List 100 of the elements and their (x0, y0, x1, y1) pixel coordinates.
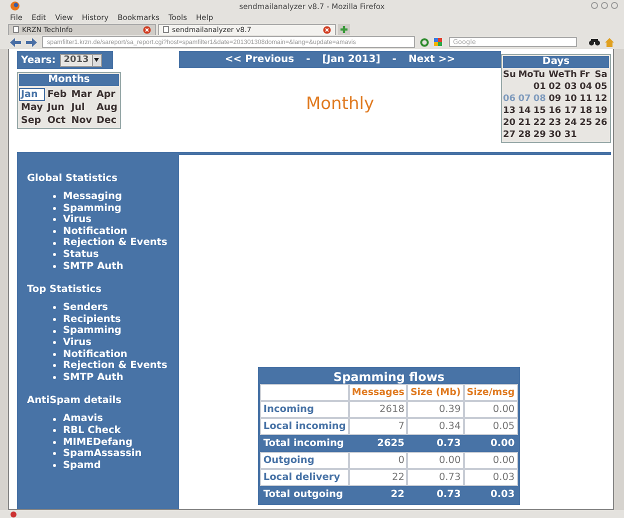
day-link[interactable]: 22 (533, 118, 549, 128)
day-link[interactable]: 26 (594, 118, 610, 128)
month-link[interactable]: Oct (46, 115, 68, 126)
close-tab-icon[interactable] (143, 26, 151, 34)
new-tab-icon[interactable] (338, 24, 350, 34)
table-cell: 0.00 (407, 452, 464, 469)
sidebar-link[interactable]: Recipients (63, 314, 121, 326)
month-link[interactable]: Jul (70, 102, 94, 113)
sidebar-link[interactable]: Notification (63, 348, 128, 360)
previous-link[interactable]: << Previous (224, 54, 294, 65)
column-header: Messages (348, 384, 408, 401)
table-cell: 0.03 (464, 469, 518, 486)
weekday-label: Sa (594, 70, 608, 80)
month-link[interactable]: Aug (96, 102, 119, 113)
day-link[interactable]: 01 (533, 82, 549, 92)
sidebar-link[interactable]: Rejection & Events (63, 360, 168, 372)
day-link[interactable]: 05 (594, 82, 610, 92)
month-link[interactable]: Sep (20, 115, 44, 126)
year-dropdown[interactable]: 2013 (60, 54, 102, 66)
section-heading: Global Statistics (27, 173, 118, 184)
day-link[interactable]: 11 (580, 94, 595, 104)
row-label: Incoming (260, 401, 349, 418)
day-link[interactable]: 19 (594, 106, 610, 116)
home-icon[interactable] (605, 38, 614, 46)
day-link[interactable]: 30 (548, 130, 564, 140)
sidebar-link[interactable]: MIMEDefang (63, 436, 132, 448)
table-cell: 0.05 (464, 418, 518, 435)
table-cell: 0.39 (407, 401, 464, 418)
day-link[interactable]: 03 (564, 82, 580, 92)
table-cell: 7 (348, 418, 408, 435)
month-link[interactable]: Feb (46, 89, 68, 100)
minimize-icon[interactable] (591, 2, 598, 9)
close-icon[interactable] (611, 2, 618, 9)
day-link[interactable]: 28 (518, 130, 534, 140)
maximize-icon[interactable] (601, 2, 608, 9)
day-link[interactable]: 21 (518, 118, 534, 128)
reload-icon[interactable] (420, 38, 429, 46)
table-cell: 0.34 (407, 418, 464, 435)
day-link[interactable]: 24 (564, 118, 580, 128)
weekday-label: Su (503, 70, 517, 80)
sidebar-link[interactable]: Senders (63, 302, 108, 314)
day-link[interactable]: 31 (564, 130, 580, 140)
sidebar-link[interactable]: Messaging (63, 191, 122, 203)
table-cell: 2618 (348, 401, 408, 418)
close-tab-icon[interactable] (323, 26, 331, 34)
sidebar-link[interactable]: Notification (63, 226, 128, 238)
day-link[interactable]: 10 (564, 94, 580, 104)
sidebar-link[interactable]: RBL Check (63, 424, 121, 436)
weekday-label: Fr (580, 70, 591, 80)
month-link[interactable]: Jan (20, 89, 44, 100)
separator: - (306, 54, 310, 65)
column-header: Size (Mb) (407, 384, 464, 401)
section-heading: Top Statistics (27, 284, 102, 296)
day-link[interactable]: 25 (580, 118, 595, 128)
month-link[interactable]: Apr (96, 89, 119, 100)
weekday-label: We (548, 70, 564, 80)
next-link[interactable]: Next >> (408, 54, 456, 65)
sidebar-link[interactable]: Amavis (63, 413, 103, 425)
sidebar-link[interactable]: SpamAssassin (63, 448, 142, 460)
month-link[interactable]: Mar (70, 89, 94, 100)
sidebar-link[interactable]: Spamd (63, 460, 101, 472)
table-cell: 0.00 (464, 401, 518, 418)
sidebar-link[interactable]: SMTP Auth (63, 260, 124, 272)
table-cell: 0.00 (464, 452, 518, 469)
status-icon[interactable] (10, 510, 17, 518)
day-link[interactable]: 13 (503, 106, 518, 116)
back-arrow-icon[interactable] (10, 38, 21, 46)
sidebar-link[interactable]: Spamming (63, 202, 122, 214)
day-link[interactable]: 16 (548, 106, 564, 116)
day-link[interactable]: 20 (503, 118, 518, 128)
day-link[interactable]: 17 (564, 106, 580, 116)
sidebar-link[interactable]: SMTP Auth (63, 372, 124, 384)
day-link[interactable]: 04 (580, 82, 595, 92)
forward-arrow-icon[interactable] (26, 38, 37, 46)
month-link[interactable]: May (20, 102, 44, 113)
day-link[interactable]: 12 (594, 94, 610, 104)
month-link[interactable]: Dec (96, 115, 119, 126)
sidebar-link[interactable]: Status (63, 248, 99, 261)
day-link[interactable]: 27 (503, 130, 518, 140)
binoculars-icon[interactable] (589, 38, 600, 46)
sidebar-link[interactable]: Rejection & Events (63, 237, 168, 249)
row-label: Outgoing (260, 452, 349, 469)
day-link[interactable]: 02 (548, 82, 564, 92)
row-label: Local incoming (260, 418, 349, 435)
month-link[interactable]: Nov (70, 115, 94, 126)
month-link[interactable]: Jun (46, 102, 68, 113)
day-link[interactable]: 14 (518, 106, 534, 116)
day-link[interactable]: 15 (533, 106, 549, 116)
day-link[interactable]: 23 (548, 118, 564, 128)
years-label: Years: (21, 54, 56, 66)
day-link[interactable]: 09 (548, 94, 564, 104)
column-header: Size/msg (464, 384, 518, 401)
day-link[interactable]: 29 (533, 130, 549, 140)
sidebar-link[interactable]: Virus (63, 214, 92, 226)
sidebar-link[interactable]: Spamming (63, 325, 122, 337)
row-label: Local delivery (260, 469, 349, 486)
table-title: Spamming flows (332, 369, 446, 384)
day-link[interactable]: 18 (580, 106, 595, 116)
sidebar-link[interactable]: Virus (63, 336, 92, 349)
months-title: Months (19, 74, 119, 86)
